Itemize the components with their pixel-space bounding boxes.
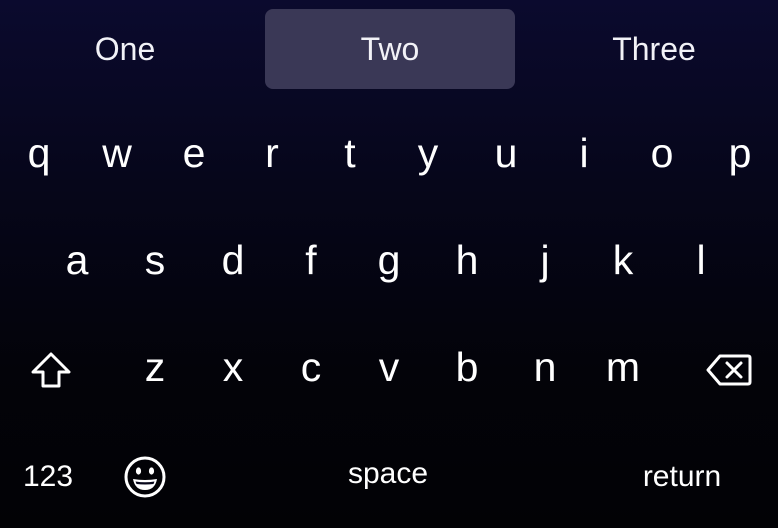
key-a[interactable]: a	[42, 220, 112, 300]
key-v[interactable]: v	[354, 327, 424, 407]
numbers-key[interactable]: 123	[8, 440, 88, 514]
shift-arrow-icon	[31, 352, 71, 388]
suggestion-one[interactable]: One	[0, 9, 250, 89]
delete-key[interactable]	[696, 335, 762, 405]
key-g[interactable]: g	[354, 220, 424, 300]
key-d[interactable]: d	[198, 220, 268, 300]
key-h[interactable]: h	[432, 220, 502, 300]
shift-key[interactable]	[18, 335, 84, 405]
emoji-face-icon	[124, 456, 166, 498]
key-o[interactable]: o	[627, 113, 697, 193]
key-u[interactable]: u	[471, 113, 541, 193]
emoji-key[interactable]	[112, 440, 178, 514]
key-k[interactable]: k	[588, 220, 658, 300]
key-l[interactable]: l	[666, 220, 736, 300]
space-key[interactable]: space	[300, 437, 476, 511]
key-r[interactable]: r	[237, 113, 307, 193]
key-z[interactable]: z	[120, 327, 190, 407]
key-p[interactable]: p	[705, 113, 775, 193]
key-q[interactable]: q	[4, 113, 74, 193]
key-x[interactable]: x	[198, 327, 268, 407]
keyboard: One Two Three q w e r t y u i o p a s d …	[0, 0, 778, 528]
suggestion-two-selected[interactable]: Two	[265, 9, 515, 89]
key-y[interactable]: y	[393, 113, 463, 193]
key-t[interactable]: t	[315, 113, 385, 193]
key-f[interactable]: f	[276, 220, 346, 300]
key-e[interactable]: e	[159, 113, 229, 193]
key-c[interactable]: c	[276, 327, 346, 407]
key-m[interactable]: m	[588, 327, 658, 407]
key-j[interactable]: j	[510, 220, 580, 300]
key-n[interactable]: n	[510, 327, 580, 407]
suggestion-three[interactable]: Three	[530, 9, 778, 89]
backspace-icon	[706, 354, 752, 386]
key-i[interactable]: i	[549, 113, 619, 193]
key-w[interactable]: w	[82, 113, 152, 193]
return-key[interactable]: return	[618, 440, 746, 514]
key-s[interactable]: s	[120, 220, 190, 300]
key-b[interactable]: b	[432, 327, 502, 407]
